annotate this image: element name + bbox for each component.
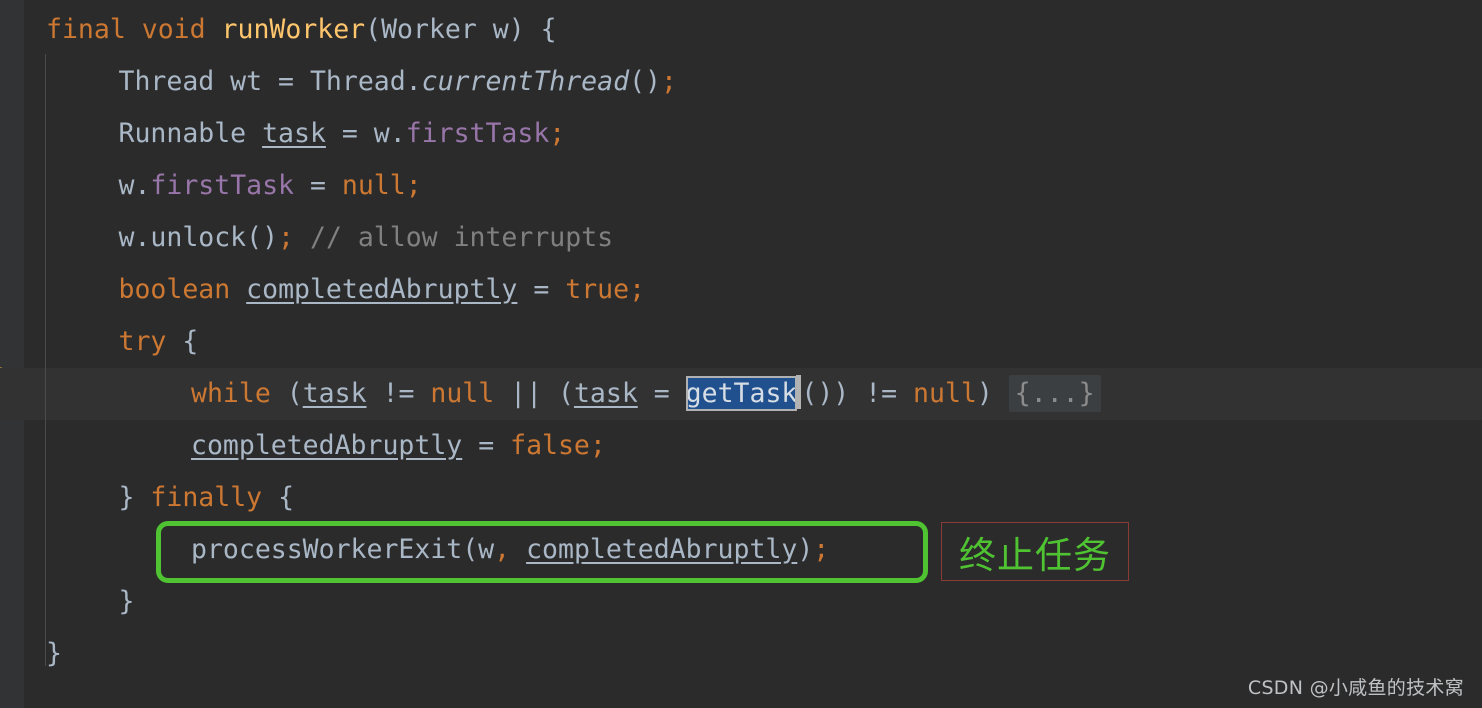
code-line-content: Runnable task = w.firstTask; xyxy=(0,108,566,160)
code-token-semi: ; xyxy=(660,66,677,97)
code-token-kw: try xyxy=(118,326,167,357)
code-token-semi: ; xyxy=(813,534,830,565)
code-line[interactable]: } xyxy=(0,576,1482,628)
annotation-note-label: 终止任务 xyxy=(959,533,1111,577)
code-token-under: completedAbruptly xyxy=(246,274,518,305)
code-line-content: final void runWorker(Worker w) { xyxy=(0,4,557,56)
code-line[interactable]: w.firstTask = null; xyxy=(0,160,1482,212)
code-token-fold[interactable]: {...} xyxy=(1008,375,1101,412)
code-token-under: completedAbruptly xyxy=(526,534,798,565)
code-token-stat: currentThread xyxy=(421,66,630,97)
code-line-content: } xyxy=(0,628,62,680)
code-token-plain: w.unlock() xyxy=(118,222,279,253)
code-token-kw: null xyxy=(430,378,495,409)
code-token-under: task xyxy=(262,118,326,149)
code-token-semi: ; xyxy=(629,274,646,305)
code-token-plain: || ( xyxy=(494,378,574,409)
code-token-plain: } xyxy=(118,482,151,513)
code-token-kw: while xyxy=(191,378,271,409)
code-token-kw: true xyxy=(565,274,630,305)
code-token-plain: () xyxy=(629,66,661,97)
code-token-kw: null xyxy=(913,378,977,409)
code-token-under: task xyxy=(302,378,367,409)
code-line-content: while (task != null || (task = getTask()… xyxy=(0,368,1101,420)
code-line-content: completedAbruptly = false; xyxy=(0,420,606,472)
watermark: CSDN @小咸鱼的技术窝 xyxy=(1247,677,1464,699)
code-token-plain: ( xyxy=(270,378,303,409)
code-token-plain: = xyxy=(294,170,342,201)
code-token-semi: , xyxy=(494,534,511,565)
code-token-plain: } xyxy=(118,586,135,617)
code-token-plain: ) xyxy=(976,378,1009,409)
code-line[interactable]: final void runWorker(Worker w) { xyxy=(0,4,1482,56)
code-token-plain: (Worker w) { xyxy=(365,14,557,45)
code-line[interactable]: } finally { xyxy=(0,472,1482,524)
code-token-semi: ; xyxy=(405,170,422,201)
code-token-under: task xyxy=(573,378,638,409)
code-token-field: firstTask xyxy=(150,170,295,201)
code-line-content: w.firstTask = null; xyxy=(0,160,422,212)
indent-guide xyxy=(45,54,46,666)
code-token-plain: } xyxy=(46,638,62,669)
code-token-plain: w. xyxy=(118,170,151,201)
code-token-kw: void xyxy=(141,14,206,45)
code-token-plain: = w. xyxy=(325,118,406,149)
code-token-kw: null xyxy=(341,170,406,201)
code-token-plain: Runnable xyxy=(118,118,263,149)
code-token-semi: ; xyxy=(589,430,606,461)
code-token-plain: { xyxy=(262,482,295,513)
code-token-field: firstTask xyxy=(405,118,550,149)
code-token-plain: = xyxy=(462,430,511,461)
code-token-plain: = xyxy=(517,274,566,305)
code-line[interactable]: completedAbruptly = false; xyxy=(0,420,1482,472)
code-line-content: } xyxy=(0,576,135,628)
code-token-sel[interactable]: getTask xyxy=(685,376,798,411)
code-token-semi: ; xyxy=(278,222,295,253)
code-token-kw: boolean xyxy=(118,274,231,305)
code-line[interactable]: boolean completedAbruptly = true; xyxy=(0,264,1482,316)
code-line-content: boolean completedAbruptly = true; xyxy=(0,264,646,316)
code-editor-screenshot: final void runWorker(Worker w) {Thread w… xyxy=(0,0,1482,708)
code-line[interactable]: w.unlock(); // allow interrupts xyxy=(0,212,1482,264)
code-line-content: try { xyxy=(0,316,199,368)
code-token-kw: finally xyxy=(150,482,263,513)
annotation-note: 终止任务 xyxy=(941,522,1129,581)
code-token-cmt: // allow interrupts xyxy=(309,222,614,253)
code-token-kw: final xyxy=(46,14,126,45)
code-token-plain: { xyxy=(166,326,199,357)
code-token-plain: ()) != xyxy=(801,378,914,409)
code-line-content: w.unlock(); // allow interrupts xyxy=(0,212,614,264)
code-line[interactable]: Thread wt = Thread.currentThread(); xyxy=(0,56,1482,108)
code-token-fn: runWorker xyxy=(221,14,366,45)
code-area[interactable]: final void runWorker(Worker w) {Thread w… xyxy=(0,0,1482,708)
code-line-content: Thread wt = Thread.currentThread(); xyxy=(0,56,677,108)
code-line[interactable]: Runnable task = w.firstTask; xyxy=(0,108,1482,160)
code-token-plain: processWorkerExit(w xyxy=(191,534,495,565)
code-token-plain: = xyxy=(637,378,686,409)
code-token-under: completedAbruptly xyxy=(191,430,463,461)
code-line[interactable]: processWorkerExit(w, completedAbruptly); xyxy=(0,524,1482,576)
code-token-plain: ) xyxy=(797,534,814,565)
code-line[interactable]: try { xyxy=(0,316,1482,368)
code-token-kw: false xyxy=(510,430,590,461)
code-token-plain: != xyxy=(366,378,431,409)
code-line-content: processWorkerExit(w, completedAbruptly); xyxy=(0,524,829,576)
code-line[interactable]: while (task != null || (task = getTask()… xyxy=(0,368,1482,420)
code-token-semi: ; xyxy=(549,118,566,149)
code-token-plain: Thread wt = Thread. xyxy=(118,66,422,97)
